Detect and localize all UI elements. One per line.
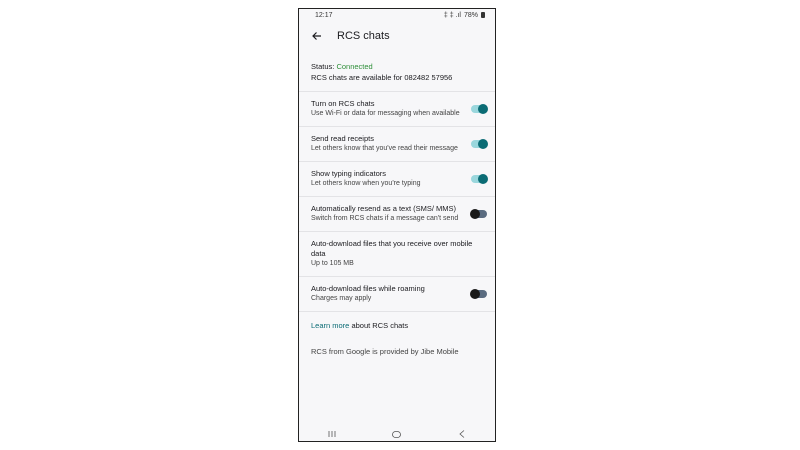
setting-auto-download-mobile[interactable]: Auto-download files that you receive ove… <box>299 232 495 277</box>
status-line: Status: Connected <box>311 61 483 72</box>
setting-sub: Up to 105 MB <box>311 260 354 267</box>
setting-label: Send read receipts <box>311 134 374 143</box>
status-icons: ‡ ‡ .ıl 78% <box>444 12 485 19</box>
read-receipts-toggle[interactable] <box>471 139 488 149</box>
setting-sub: Switch from RCS chats if a message can't… <box>311 215 459 222</box>
phone-frame: 12:17 ‡ ‡ .ıl 78% RCS chats Status: Conn… <box>298 8 496 442</box>
setting-label: Turn on RCS chats <box>311 99 375 108</box>
setting-label: Auto-download files that you receive ove… <box>311 239 473 258</box>
battery-icon <box>481 12 485 18</box>
auto-resend-toggle[interactable] <box>470 209 487 219</box>
setting-sub: Let others know that you've read their m… <box>311 145 458 152</box>
clock: 12:17 <box>315 11 333 19</box>
provider-text: RCS from Google is provided by Jibe Mobi… <box>311 347 459 356</box>
status-block: Status: Connected RCS chats are availabl… <box>299 55 495 92</box>
status-bar: 12:17 ‡ ‡ .ıl 78% <box>299 9 495 21</box>
home-icon[interactable] <box>390 429 404 439</box>
setting-read-receipts[interactable]: Send read receipts Let others know that … <box>299 127 495 162</box>
learn-more-link[interactable]: Learn more <box>311 321 349 330</box>
battery-level: 78% <box>463 11 478 19</box>
status-detail: RCS chats are available for 082482 57956 <box>311 73 453 82</box>
learn-more-rest: about RCS chats <box>349 321 409 330</box>
settings-list: Status: Connected RCS chats are availabl… <box>299 55 495 427</box>
page-title: RCS chats <box>337 30 390 42</box>
setting-auto-download-roaming[interactable]: Auto-download files while roaming Charge… <box>299 277 495 312</box>
setting-rcs-chats[interactable]: Turn on RCS chats Use Wi-Fi or data for … <box>299 92 495 127</box>
system-nav-bar <box>299 427 495 441</box>
setting-auto-resend[interactable]: Automatically resend as a text (SMS/ MMS… <box>299 197 495 232</box>
status-value: Connected <box>336 62 373 71</box>
rcs-chats-toggle[interactable] <box>471 104 488 114</box>
typing-indicators-toggle[interactable] <box>471 174 488 184</box>
signal-icons: ‡ ‡ .ıl <box>443 11 461 19</box>
back-arrow-icon[interactable] <box>309 28 325 44</box>
back-nav-icon[interactable] <box>455 429 469 439</box>
learn-more-line: Learn more about RCS chats <box>299 312 495 339</box>
setting-typing-indicators[interactable]: Show typing indicators Let others know w… <box>299 162 495 197</box>
status-label: Status: <box>311 62 337 71</box>
recents-icon[interactable] <box>325 429 339 439</box>
setting-sub: Let others know when you're typing <box>311 180 421 187</box>
setting-label: Auto-download files while roaming <box>311 284 425 293</box>
setting-sub: Charges may apply <box>311 295 372 302</box>
auto-download-roaming-toggle[interactable] <box>470 289 487 299</box>
setting-sub: Use Wi-Fi or data for messaging when ava… <box>311 110 460 117</box>
setting-label: Show typing indicators <box>311 169 387 178</box>
app-bar: RCS chats <box>299 21 495 51</box>
setting-label: Automatically resend as a text (SMS/ MMS… <box>311 204 457 213</box>
